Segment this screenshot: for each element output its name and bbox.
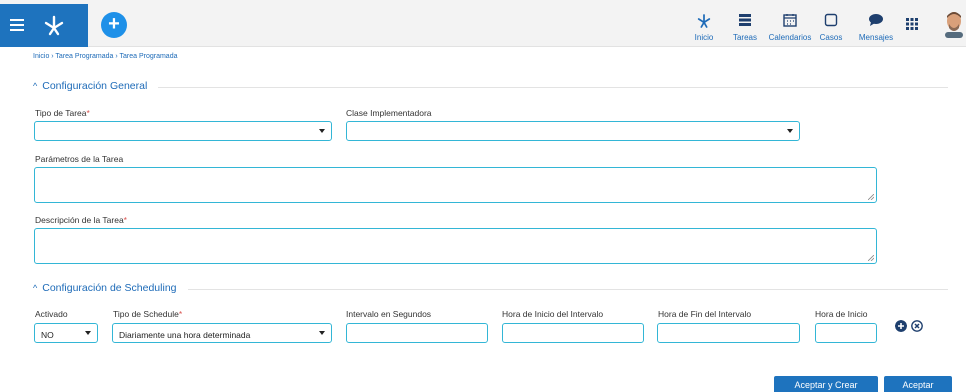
nav-item-mensajes[interactable]: Mensajes xyxy=(858,0,894,47)
nav-label: Casos xyxy=(819,33,843,42)
accept-and-create-button[interactable]: Aceptar y Crear xyxy=(774,376,878,392)
chevron-down-icon xyxy=(85,331,91,335)
descripcion-label: Descripción de la Tarea* xyxy=(35,215,127,225)
hora-inicio-intervalo-input[interactable] xyxy=(502,323,644,343)
accept-button[interactable]: Aceptar xyxy=(884,376,952,392)
avatar[interactable] xyxy=(943,10,965,38)
nav-item-inicio[interactable]: Inicio xyxy=(690,0,718,47)
nav-item-calendarios[interactable]: Calendarios xyxy=(767,0,813,47)
clase-label: Clase Implementadora xyxy=(346,108,432,118)
menu-icon[interactable] xyxy=(10,19,24,31)
resize-handle-icon[interactable] xyxy=(868,194,874,200)
hora-fin-intervalo-input[interactable] xyxy=(657,323,800,343)
hora-inicio-intervalo-label: Hora de Inicio del Intervalo xyxy=(502,309,604,319)
nav-label: Calendarios xyxy=(768,33,812,42)
section-scheduling-title: Configuración de Scheduling xyxy=(42,282,177,294)
parametros-label: Parámetros de la Tarea xyxy=(35,154,124,164)
tipo-tarea-select[interactable] xyxy=(34,121,332,141)
resize-handle-icon[interactable] xyxy=(868,255,874,261)
hora-inicio-label: Hora de Inicio xyxy=(815,309,868,319)
intervalo-input[interactable] xyxy=(346,323,488,343)
hora-inicio-input[interactable] xyxy=(815,323,877,343)
divider xyxy=(188,289,948,290)
section-scheduling-toggle[interactable]: ^ Configuración de Scheduling xyxy=(33,282,177,294)
chevron-up-icon: ^ xyxy=(33,81,38,91)
remove-row-icon[interactable] xyxy=(911,320,923,332)
tree-icon xyxy=(697,14,711,28)
add-row-icon[interactable] xyxy=(895,320,907,332)
calendar-icon xyxy=(783,14,797,27)
nav-item-casos[interactable]: Casos xyxy=(818,0,844,47)
tipo-schedule-label: Tipo de Schedule* xyxy=(113,309,183,319)
activado-select[interactable]: NO xyxy=(34,323,98,343)
case-icon xyxy=(824,13,838,27)
chevron-down-icon xyxy=(319,331,325,335)
intervalo-label: Intervalo en Segundos xyxy=(346,309,432,319)
tipo-tarea-label: Tipo de Tarea* xyxy=(35,108,90,118)
logo-icon[interactable] xyxy=(42,13,66,37)
descripcion-textarea[interactable] xyxy=(34,228,877,264)
activado-label: Activado xyxy=(35,309,68,319)
parametros-textarea[interactable] xyxy=(34,167,877,203)
nav-label: Mensajes xyxy=(858,33,894,42)
brand-area xyxy=(0,4,88,47)
tipo-schedule-select[interactable]: Diariamente una hora determinada xyxy=(112,323,332,343)
chevron-down-icon xyxy=(319,129,325,133)
hora-fin-intervalo-label: Hora de Fin del Intervalo xyxy=(658,309,752,319)
nav-item-tareas[interactable]: Tareas xyxy=(732,0,758,47)
chevron-down-icon xyxy=(787,129,793,133)
top-bar: + Inicio Tareas Calendarios Casos Mensaj… xyxy=(0,0,966,47)
breadcrumb[interactable]: Inicio › Tarea Programada › Tarea Progra… xyxy=(33,53,177,60)
section-general-toggle[interactable]: ^ Configuración General xyxy=(33,80,147,92)
clase-implementadora-select[interactable] xyxy=(346,121,800,141)
add-button[interactable]: + xyxy=(101,12,127,38)
section-general-title: Configuración General xyxy=(42,80,148,92)
nav-label: Inicio xyxy=(694,33,714,42)
nav-label: Tareas xyxy=(732,33,757,42)
divider xyxy=(158,87,948,88)
tasks-icon xyxy=(739,14,751,26)
chevron-up-icon: ^ xyxy=(33,283,38,293)
apps-grid-icon[interactable] xyxy=(906,18,918,30)
chat-icon xyxy=(869,14,883,26)
